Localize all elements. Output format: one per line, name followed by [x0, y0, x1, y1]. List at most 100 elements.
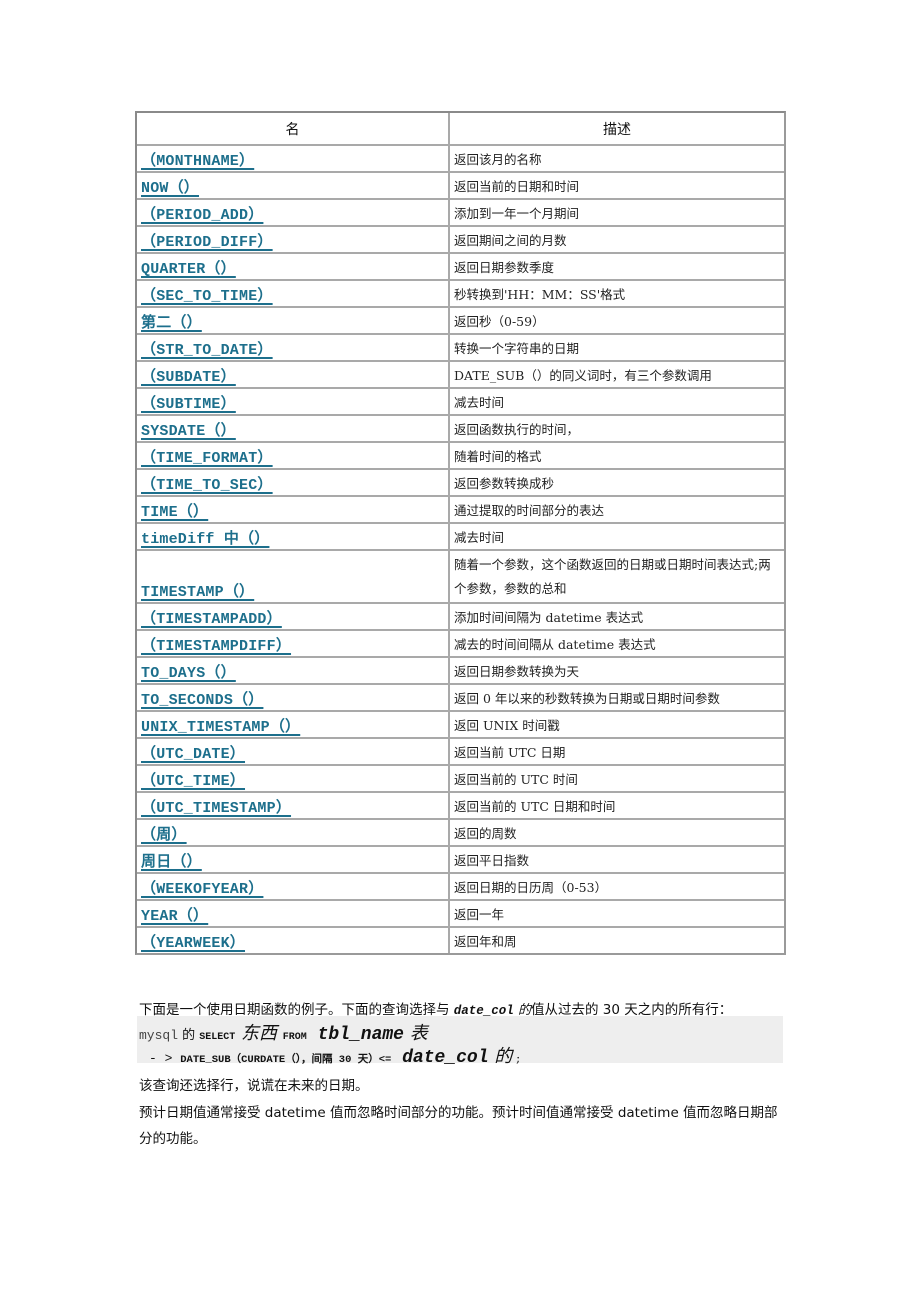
- function-link[interactable]: timeDiff 中（）: [141, 531, 269, 548]
- function-link[interactable]: （SUBDATE）: [141, 369, 236, 386]
- table-row: YEAR（） 返回一年: [137, 901, 784, 928]
- table-row: TIME（） 通过提取的时间部分的表达: [137, 497, 784, 524]
- function-link[interactable]: 周日（）: [141, 854, 202, 871]
- function-link[interactable]: （UTC_DATE）: [141, 746, 245, 763]
- function-description: 返回秒（0-59）: [450, 308, 784, 335]
- function-link[interactable]: UNIX_TIMESTAMP（）: [141, 719, 300, 736]
- function-link[interactable]: （STR_TO_DATE）: [141, 342, 273, 359]
- function-description: 返回 0 年以来的秒数转换为日期或日期时间参数: [450, 685, 784, 712]
- table-row: TO_DAYS（） 返回日期参数转换为天: [137, 658, 784, 685]
- function-name-cell: （UTC_TIME）: [137, 766, 450, 793]
- table-row: （UTC_DATE） 返回当前 UTC 日期: [137, 739, 784, 766]
- function-description: 返回当前的 UTC 日期和时间: [450, 793, 784, 820]
- code-date-sub-expr: DATE_SUB（CURDATE（），间隔 30 天）<=: [180, 1054, 392, 1066]
- function-description: 返回日期参数转换为天: [450, 658, 784, 685]
- function-description: 添加到一年一个月期间: [450, 200, 784, 227]
- function-link[interactable]: （TIME_TO_SEC）: [141, 477, 273, 494]
- function-name-cell: TO_SECONDS（）: [137, 685, 450, 712]
- code-arrow: - >: [149, 1051, 181, 1066]
- table-row: NOW（） 返回当前的日期和时间: [137, 173, 784, 200]
- function-link[interactable]: （SEC_TO_TIME）: [141, 288, 273, 305]
- function-link[interactable]: TIMESTAMP（）: [141, 584, 254, 601]
- table-row: TO_SECONDS（） 返回 0 年以来的秒数转换为日期或日期时间参数: [137, 685, 784, 712]
- function-name-cell: timeDiff 中（）: [137, 524, 450, 551]
- table-row: （周） 返回的周数: [137, 820, 784, 847]
- function-name-cell: （PERIOD_DIFF）: [137, 227, 450, 254]
- function-link[interactable]: （YEARWEEK）: [141, 935, 245, 952]
- function-link[interactable]: （TIMESTAMPDIFF）: [141, 638, 291, 655]
- function-link[interactable]: （TIME_FORMAT）: [141, 450, 273, 467]
- function-name-cell: SYSDATE（）: [137, 416, 450, 443]
- function-name-cell: （PERIOD_ADD）: [137, 200, 450, 227]
- table-row: （TIMESTAMPDIFF） 减去的时间间隔从 datetime 表达式: [137, 631, 784, 658]
- function-name-cell: （MONTHNAME）: [137, 146, 450, 173]
- code-example-block: mysql 的 SELECT 东西 FROM tbl_name 表 - > DA…: [137, 1016, 783, 1068]
- function-link[interactable]: TO_SECONDS（）: [141, 692, 263, 709]
- function-link[interactable]: （PERIOD_ADD）: [141, 207, 263, 224]
- function-name-cell: （SUBTIME）: [137, 389, 450, 416]
- function-link[interactable]: （TIMESTAMPADD）: [141, 611, 282, 628]
- function-link[interactable]: TIME（）: [141, 504, 208, 521]
- function-description: 随着时间的格式: [450, 443, 784, 470]
- function-name-cell: （SUBDATE）: [137, 362, 450, 389]
- function-link[interactable]: 第二（）: [141, 315, 202, 332]
- function-name-cell: （周）: [137, 820, 450, 847]
- function-link[interactable]: （UTC_TIMESTAMP）: [141, 800, 291, 817]
- intro-paragraph: 下面是一个使用日期函数的例子。下面的查询选择与 date_col 的值从过去的 …: [139, 998, 732, 1018]
- table-row: （STR_TO_DATE） 转换一个字符串的日期: [137, 335, 784, 362]
- function-name-cell: 第二（）: [137, 308, 450, 335]
- function-description: 添加时间间隔为 datetime 表达式: [450, 604, 784, 631]
- table-row: SYSDATE（） 返回函数执行的时间，: [137, 416, 784, 443]
- function-description: 返回当前的 UTC 时间: [450, 766, 784, 793]
- function-link[interactable]: （PERIOD_DIFF）: [141, 234, 273, 251]
- function-link[interactable]: SYSDATE（）: [141, 423, 236, 440]
- function-name-cell: YEAR（）: [137, 901, 450, 928]
- table-row: UNIX_TIMESTAMP（） 返回 UNIX 时间戳: [137, 712, 784, 739]
- table-header-row: 名 描述: [137, 113, 784, 146]
- function-description: 返回参数转换成秒: [450, 470, 784, 497]
- code-prompt: mysql: [139, 1028, 179, 1043]
- function-description: 随着一个参数，这个函数返回的日期或日期时间表达式;两个参数，参数的总和: [450, 551, 784, 604]
- function-name-cell: （STR_TO_DATE）: [137, 335, 450, 362]
- function-description: 返回函数执行的时间，: [450, 416, 784, 443]
- table-row: timeDiff 中（） 减去时间: [137, 524, 784, 551]
- function-name-cell: NOW（）: [137, 173, 450, 200]
- function-link[interactable]: （WEEKOFYEAR）: [141, 881, 263, 898]
- function-link[interactable]: QUARTER（）: [141, 261, 236, 278]
- table-row: （YEARWEEK） 返回年和周: [137, 928, 784, 953]
- function-description: 秒转换到'HH：MM：SS'格式: [450, 281, 784, 308]
- table-row: （PERIOD_DIFF） 返回期间之间的月数: [137, 227, 784, 254]
- function-description: 返回当前 UTC 日期: [450, 739, 784, 766]
- function-description: DATE_SUB（）的同义词时，有三个参数调用: [450, 362, 784, 389]
- date-functions-table: 名 描述 （MONTHNAME） 返回该月的名称 NOW（） 返回当前的日期和时间 （P…: [135, 111, 786, 955]
- function-name-cell: （SEC_TO_TIME）: [137, 281, 450, 308]
- function-description: 返回该月的名称: [450, 146, 784, 173]
- table-row: 周日（） 返回平日指数: [137, 847, 784, 874]
- function-name-cell: TO_DAYS（）: [137, 658, 450, 685]
- function-name-cell: （WEEKOFYEAR）: [137, 874, 450, 901]
- function-link[interactable]: （UTC_TIME）: [141, 773, 245, 790]
- function-link[interactable]: YEAR（）: [141, 908, 208, 925]
- table-row: （UTC_TIME） 返回当前的 UTC 时间: [137, 766, 784, 793]
- header-name: 名: [137, 113, 450, 146]
- table-row: （SEC_TO_TIME） 秒转换到'HH：MM：SS'格式: [137, 281, 784, 308]
- function-link[interactable]: NOW（）: [141, 180, 199, 197]
- function-description: 返回 UNIX 时间戳: [450, 712, 784, 739]
- function-name-cell: （TIMESTAMPADD）: [137, 604, 450, 631]
- function-description: 返回日期参数季度: [450, 254, 784, 281]
- function-link[interactable]: （周）: [141, 827, 187, 844]
- function-description: 减去时间: [450, 389, 784, 416]
- function-description: 减去时间: [450, 524, 784, 551]
- code-table-cn: 表: [403, 1023, 428, 1044]
- function-description: 返回平日指数: [450, 847, 784, 874]
- function-link[interactable]: （SUBTIME）: [141, 396, 236, 413]
- table-row: TIMESTAMP（） 随着一个参数，这个函数返回的日期或日期时间表达式;两个参数…: [137, 551, 784, 604]
- function-name-cell: （UTC_DATE）: [137, 739, 450, 766]
- function-description: 返回的周数: [450, 820, 784, 847]
- function-description: 返回一年: [450, 901, 784, 928]
- function-link[interactable]: TO_DAYS（）: [141, 665, 236, 682]
- function-description: 返回当前的日期和时间: [450, 173, 784, 200]
- function-link[interactable]: （MONTHNAME）: [141, 153, 254, 170]
- table-row: （MONTHNAME） 返回该月的名称: [137, 146, 784, 173]
- table-row: （TIMESTAMPADD） 添加时间间隔为 datetime 表达式: [137, 604, 784, 631]
